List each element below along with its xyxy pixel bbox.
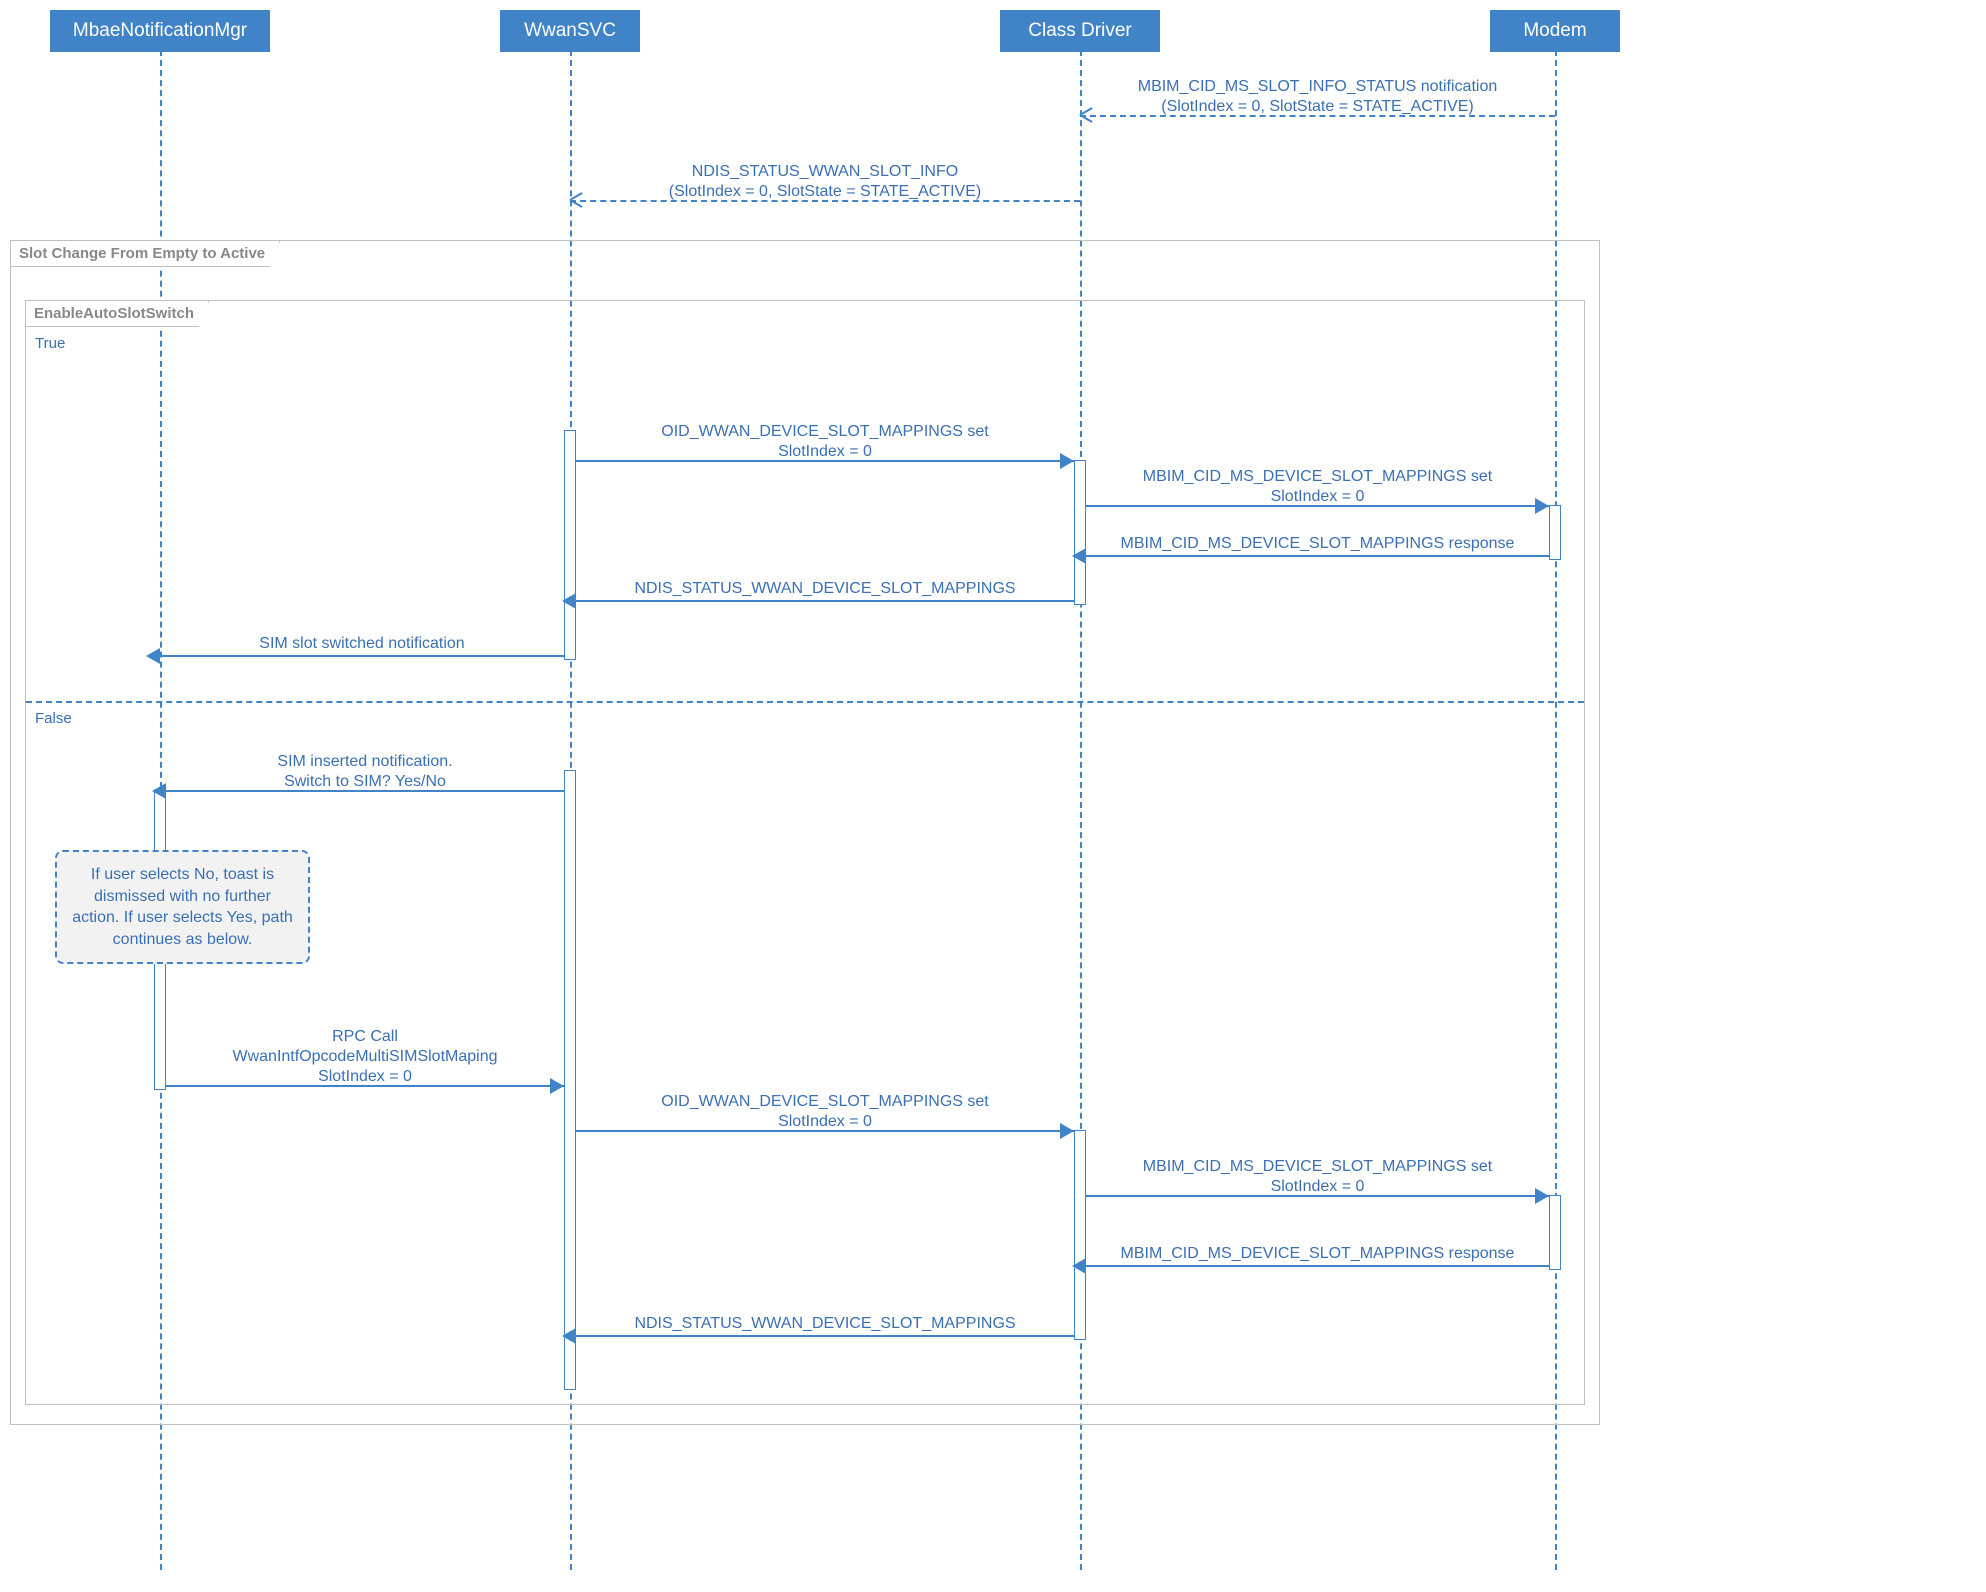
activation-classdriver-true bbox=[1074, 460, 1086, 605]
msg-label-9b: WwanIntfOpcodeMultiSIMSlotMaping bbox=[166, 1048, 564, 1066]
msg-label-1a: MBIM_CID_MS_SLOT_INFO_STATUS notificatio… bbox=[1080, 78, 1555, 96]
msg-label-4b: SlotIndex = 0 bbox=[1086, 488, 1549, 506]
msg-label-9c: SlotIndex = 0 bbox=[166, 1068, 564, 1086]
activation-wwansvc-true bbox=[564, 430, 576, 660]
msg-label-4a: MBIM_CID_MS_DEVICE_SLOT_MAPPINGS set bbox=[1086, 468, 1549, 486]
participant-mbae: MbaeNotificationMgr bbox=[50, 10, 270, 52]
msg-label-2a: NDIS_STATUS_WWAN_SLOT_INFO bbox=[570, 163, 1080, 181]
participant-classdriver: Class Driver bbox=[1000, 10, 1160, 52]
msg-label-3a: OID_WWAN_DEVICE_SLOT_MAPPINGS set bbox=[576, 423, 1074, 441]
msg-label-10b: SlotIndex = 0 bbox=[576, 1113, 1074, 1131]
note-user-selects: If user selects No, toast is dismissed w… bbox=[55, 850, 310, 964]
msg-label-10a: OID_WWAN_DEVICE_SLOT_MAPPINGS set bbox=[576, 1093, 1074, 1111]
frame-divider bbox=[26, 701, 1584, 703]
guard-true: True bbox=[35, 335, 65, 352]
msg-label-9a: RPC Call bbox=[166, 1028, 564, 1046]
frame-label-outer: Slot Change From Empty to Active bbox=[11, 241, 280, 267]
msg-label-8a: SIM inserted notification. bbox=[166, 753, 564, 771]
msg-label-3b: SlotIndex = 0 bbox=[576, 443, 1074, 461]
frame-label-inner: EnableAutoSlotSwitch bbox=[26, 301, 209, 327]
msg-label-6: NDIS_STATUS_WWAN_DEVICE_SLOT_MAPPINGS bbox=[576, 580, 1074, 598]
participant-modem: Modem bbox=[1490, 10, 1620, 52]
participant-wwansvc: WwanSVC bbox=[500, 10, 640, 52]
activation-classdriver-false bbox=[1074, 1130, 1086, 1340]
guard-false: False bbox=[35, 710, 72, 727]
msg-label-7: SIM slot switched notification bbox=[160, 635, 564, 653]
msg-label-11a: MBIM_CID_MS_DEVICE_SLOT_MAPPINGS set bbox=[1086, 1158, 1549, 1176]
msg-label-2b: (SlotIndex = 0, SlotState = STATE_ACTIVE… bbox=[570, 183, 1080, 201]
msg-label-5: MBIM_CID_MS_DEVICE_SLOT_MAPPINGS respons… bbox=[1086, 535, 1549, 553]
msg-label-12: MBIM_CID_MS_DEVICE_SLOT_MAPPINGS respons… bbox=[1086, 1245, 1549, 1263]
msg-label-8b: Switch to SIM? Yes/No bbox=[166, 773, 564, 791]
msg-label-11b: SlotIndex = 0 bbox=[1086, 1178, 1549, 1196]
activation-wwansvc-false bbox=[564, 770, 576, 1390]
msg-label-1b: (SlotIndex = 0, SlotState = STATE_ACTIVE… bbox=[1080, 98, 1555, 116]
activation-modem-true bbox=[1549, 505, 1561, 560]
msg-label-13: NDIS_STATUS_WWAN_DEVICE_SLOT_MAPPINGS bbox=[576, 1315, 1074, 1333]
activation-modem-false bbox=[1549, 1195, 1561, 1270]
